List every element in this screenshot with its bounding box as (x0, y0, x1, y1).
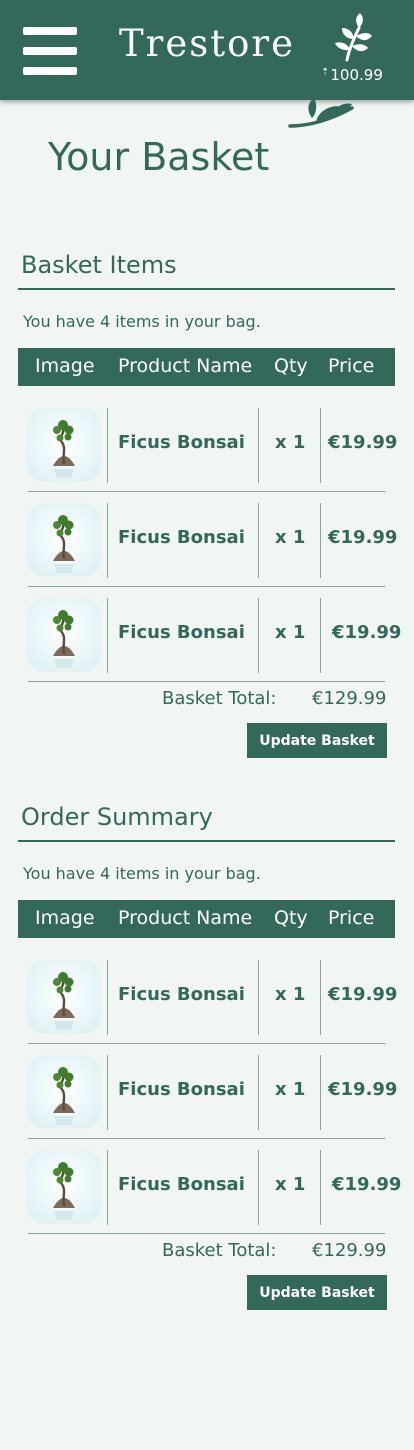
cell-divider (107, 1055, 108, 1130)
cell-divider (258, 598, 259, 673)
row-divider (28, 586, 385, 587)
table-row[interactable]: Ficus Bonsai x 1 €19.99 (0, 493, 414, 588)
basket-total-label: Basket Total: (162, 1240, 277, 1261)
points-balance: ⇡100.99 (321, 66, 383, 84)
bonsai-image[interactable] (27, 503, 101, 577)
cell-divider (320, 408, 321, 483)
product-name: Ficus Bonsai (118, 527, 245, 548)
column-header-qty: Qty (274, 355, 308, 377)
column-header-price: Price (328, 907, 375, 929)
cell-divider (258, 503, 259, 578)
table-header: Image Product Name Qty Price (18, 348, 395, 386)
row-divider (28, 1043, 385, 1044)
page-title: Your Basket (48, 135, 270, 179)
basket-total-value: €129.99 (312, 1240, 387, 1261)
item-count-text: You have 4 items in your bag. (23, 312, 261, 331)
section-divider (18, 840, 395, 842)
product-name: Ficus Bonsai (118, 432, 245, 453)
row-divider (28, 1233, 385, 1234)
bonsai-image[interactable] (27, 1150, 101, 1224)
table-row[interactable]: Ficus Bonsai x 1 €19.99 (0, 1140, 414, 1235)
product-price: €19.99 (328, 527, 398, 548)
table-row[interactable]: Ficus Bonsai x 1 €19.99 (0, 398, 414, 493)
basket-total-value: €129.99 (312, 688, 387, 709)
column-header-image: Image (35, 907, 95, 929)
cell-divider (107, 1150, 108, 1225)
item-count-text: You have 4 items in your bag. (23, 864, 261, 883)
bonsai-image[interactable] (27, 598, 101, 672)
table-row[interactable]: Ficus Bonsai x 1 €19.99 (0, 588, 414, 683)
cell-divider (320, 598, 321, 673)
product-qty: x 1 (275, 527, 306, 548)
product-price: €19.99 (328, 432, 398, 453)
cell-divider (258, 408, 259, 483)
product-qty: x 1 (275, 622, 306, 643)
product-name: Ficus Bonsai (118, 984, 245, 1005)
row-divider (28, 1138, 385, 1139)
table-row[interactable]: Ficus Bonsai x 1 €19.99 (0, 950, 414, 1045)
cell-divider (320, 1150, 321, 1225)
bonsai-image[interactable] (27, 408, 101, 482)
cell-divider (107, 598, 108, 673)
row-divider (28, 491, 385, 492)
update-basket-button[interactable]: Update Basket (247, 1275, 387, 1310)
product-name: Ficus Bonsai (118, 1079, 245, 1100)
bonsai-image[interactable] (27, 960, 101, 1034)
branch-icon (288, 98, 354, 128)
order-summary-section: Order Summary You have 4 items in your b… (0, 803, 414, 1313)
bonsai-image[interactable] (27, 1055, 101, 1129)
update-basket-button[interactable]: Update Basket (247, 723, 387, 758)
product-qty: x 1 (275, 432, 306, 453)
cell-divider (107, 960, 108, 1035)
product-name: Ficus Bonsai (118, 622, 245, 643)
cell-divider (320, 1055, 321, 1130)
cell-divider (258, 960, 259, 1035)
product-qty: x 1 (275, 1079, 306, 1100)
product-price: €19.99 (328, 984, 398, 1005)
column-header-product-name: Product Name (118, 355, 253, 377)
leaf-icon[interactable] (333, 12, 375, 62)
cell-divider (107, 408, 108, 483)
points-up-icon: ⇡ (321, 67, 330, 78)
basket-total-label: Basket Total: (162, 688, 277, 709)
product-price: €19.99 (328, 1079, 398, 1100)
cell-divider (107, 503, 108, 578)
section-title: Order Summary (21, 803, 213, 831)
product-qty: x 1 (275, 984, 306, 1005)
product-price: €19.99 (332, 1174, 402, 1195)
cell-divider (320, 960, 321, 1035)
table-header: Image Product Name Qty Price (18, 900, 395, 938)
cell-divider (320, 503, 321, 578)
column-header-product-name: Product Name (118, 907, 253, 929)
column-header-qty: Qty (274, 907, 308, 929)
product-name: Ficus Bonsai (118, 1174, 245, 1195)
table-row[interactable]: Ficus Bonsai x 1 €19.99 (0, 1045, 414, 1140)
basket-items-section: Basket Items You have 4 items in your ba… (0, 251, 414, 761)
top-navbar: Trestore ⇡100.99 (0, 0, 414, 100)
points-value: 100.99 (330, 66, 383, 84)
product-price: €19.99 (332, 622, 402, 643)
column-header-image: Image (35, 355, 95, 377)
cell-divider (258, 1055, 259, 1130)
row-divider (28, 681, 385, 682)
section-title: Basket Items (21, 251, 177, 279)
section-divider (18, 288, 395, 290)
cell-divider (258, 1150, 259, 1225)
product-qty: x 1 (275, 1174, 306, 1195)
column-header-price: Price (328, 355, 375, 377)
